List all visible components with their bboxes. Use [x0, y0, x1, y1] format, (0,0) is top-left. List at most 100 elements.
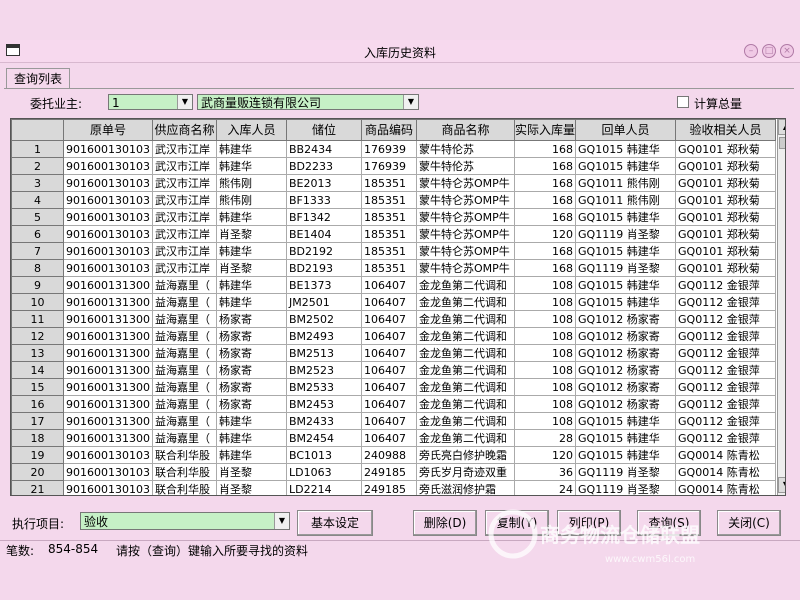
table-cell: 168: [513, 191, 577, 209]
table-cell: 901600130103: [63, 225, 153, 243]
basic-settings-button[interactable]: 基本设定: [297, 510, 373, 536]
table-row[interactable]: 5 901600130103 武汉市江岸 韩建华 BF1342 185351 蒙牛特仑苏OM…: [11, 208, 777, 226]
table-row[interactable]: 2 901600130103 武汉市江岸 韩建华 BD2233 176939 蒙牛特伦苏 16…: [11, 157, 777, 175]
table-cell: 106407: [361, 293, 417, 311]
table-row[interactable]: 7 901600130103 武汉市江岸 韩建华 BD2192 185351 蒙牛特仑苏OM…: [11, 242, 777, 260]
row-number[interactable]: 5: [11, 208, 64, 226]
row-number[interactable]: 6: [11, 225, 64, 243]
column-header[interactable]: 验收相关人员: [675, 119, 777, 141]
table-row[interactable]: 14 901600131300 益海嘉里（ 杨家寄 BM2523 106407 金龙鱼第二代…: [11, 361, 777, 379]
table-row[interactable]: 9 901600131300 益海嘉里（ 韩建华 BE1373 106407 金龙鱼第二代调…: [11, 276, 777, 294]
row-number[interactable]: 19: [11, 446, 64, 464]
table-cell: 金龙鱼第二代调和: [416, 395, 515, 413]
window-title: 入库历史资料: [363, 46, 436, 60]
row-number[interactable]: 4: [11, 191, 64, 209]
scroll-down-icon[interactable]: ▼: [778, 477, 785, 493]
consignor-name-select[interactable]: 武商量贩连锁有限公司 ▼: [197, 94, 419, 110]
table-row[interactable]: 8 901600130103 武汉市江岸 肖圣黎 BD2193 185351 蒙牛特仑苏OM…: [11, 259, 777, 277]
vertical-scrollbar[interactable]: ▲ ▼: [777, 119, 785, 495]
table-cell: BF1333: [286, 191, 362, 209]
row-number[interactable]: 13: [11, 344, 64, 362]
consignor-id-value: 1: [112, 96, 120, 110]
table-row[interactable]: 3 901600130103 武汉市江岸 熊伟刚 BE2013 185351 蒙牛特仑苏OM…: [11, 174, 777, 192]
table-row[interactable]: 11 901600131300 益海嘉里（ 杨家寄 BM2502 106407 金龙鱼第二代…: [11, 310, 777, 328]
table-cell: GQ0014 陈青松: [675, 446, 777, 464]
column-header[interactable]: 回单人员: [575, 119, 677, 141]
column-header[interactable]: 原单号: [63, 119, 153, 141]
row-number[interactable]: 14: [11, 361, 64, 379]
row-number[interactable]: 12: [11, 327, 64, 345]
column-header[interactable]: 入库人员: [216, 119, 287, 141]
table-row[interactable]: 19 901600130103 联合利华股 韩建华 BC1013 240988 旁氏亮白修护…: [11, 446, 777, 464]
table-cell: GQ0112 金银萍: [675, 412, 777, 430]
total-checkbox[interactable]: [677, 96, 689, 108]
maximize-icon[interactable]: □: [762, 44, 776, 58]
table-row[interactable]: 6 901600130103 武汉市江岸 肖圣黎 BE1404 185351 蒙牛特仑苏OM…: [11, 225, 777, 243]
table-cell: BM2493: [286, 327, 362, 345]
row-number[interactable]: 18: [11, 429, 64, 447]
table-cell: GQ1119 肖圣黎: [575, 225, 677, 243]
row-number[interactable]: 1: [11, 140, 64, 158]
consignor-id-select[interactable]: 1 ▼: [108, 94, 193, 110]
row-number[interactable]: 10: [11, 293, 64, 311]
row-number[interactable]: 21: [11, 480, 64, 495]
table-row[interactable]: 20 901600130103 联合利华股 肖圣黎 LD1063 249185 旁氏岁月奇迹…: [11, 463, 777, 481]
row-number[interactable]: 20: [11, 463, 64, 481]
minimize-icon[interactable]: –: [744, 44, 758, 58]
table-row[interactable]: 10 901600131300 益海嘉里（ 韩建华 JM2501 106407 金龙鱼第二代…: [11, 293, 777, 311]
table-row[interactable]: 18 901600131300 益海嘉里（ 韩建华 BM2454 106407 金龙鱼第二代…: [11, 429, 777, 447]
column-header[interactable]: 商品编码: [361, 119, 417, 141]
table-row[interactable]: 17 901600131300 益海嘉里（ 韩建华 BM2433 106407 金龙鱼第二代…: [11, 412, 777, 430]
row-number[interactable]: 3: [11, 174, 64, 192]
table-cell: 金龙鱼第二代调和: [416, 276, 515, 294]
table-cell: 185351: [361, 174, 417, 192]
row-number[interactable]: 11: [11, 310, 64, 328]
table-cell: 185351: [361, 259, 417, 277]
column-header[interactable]: 实际入库量: [513, 119, 577, 141]
table-cell: GQ0112 金银萍: [675, 378, 777, 396]
table-cell: 168: [513, 259, 577, 277]
close-icon[interactable]: ×: [780, 44, 794, 58]
tab-query-list[interactable]: 查询列表: [6, 68, 70, 89]
table-cell: BE1373: [286, 276, 362, 294]
row-number[interactable]: 15: [11, 378, 64, 396]
row-number[interactable]: 7: [11, 242, 64, 260]
delete-button[interactable]: 删除(D): [413, 510, 477, 536]
chevron-down-icon[interactable]: ▼: [274, 513, 289, 529]
row-number[interactable]: 2: [11, 157, 64, 175]
close-button[interactable]: 关闭(C): [717, 510, 781, 536]
row-number[interactable]: 8: [11, 259, 64, 277]
table-cell: BM2453: [286, 395, 362, 413]
row-number[interactable]: 9: [11, 276, 64, 294]
column-header[interactable]: 商品名称: [416, 119, 515, 141]
table-cell: 106407: [361, 361, 417, 379]
row-number[interactable]: 17: [11, 412, 64, 430]
table-cell: 蒙牛特伦苏: [416, 157, 515, 175]
table-cell: 901600131300: [63, 429, 153, 447]
scroll-up-icon[interactable]: ▲: [778, 119, 785, 135]
table-cell: BM2433: [286, 412, 362, 430]
table-cell: BM2523: [286, 361, 362, 379]
table-row[interactable]: 4 901600130103 武汉市江岸 熊伟刚 BF1333 185351 蒙牛特仑苏OM…: [11, 191, 777, 209]
table-row[interactable]: 16 901600131300 益海嘉里（ 杨家寄 BM2453 106407 金龙鱼第二代…: [11, 395, 777, 413]
copy-button[interactable]: 复制(Y): [485, 510, 549, 536]
scroll-thumb[interactable]: [779, 137, 785, 149]
print-button[interactable]: 列印(P): [557, 510, 621, 536]
chevron-down-icon[interactable]: ▼: [177, 95, 192, 109]
chevron-down-icon[interactable]: ▼: [403, 95, 418, 109]
table-cell: 108: [513, 395, 577, 413]
table-row[interactable]: 13 901600131300 益海嘉里（ 杨家寄 BM2513 106407 金龙鱼第二代…: [11, 344, 777, 362]
main-window: 入库历史资料 – □ × 查询列表 委托业主: 1 ▼ 武商量贩连锁有限公司 ▼…: [0, 0, 800, 600]
history-grid[interactable]: 原单号 供应商名称 入库人员 储位 商品编码 商品名称 实际入库量 回单人员 验…: [10, 118, 786, 496]
table-row[interactable]: 21 901600130103 联合利华股 肖圣黎 LD2214 249185 旁氏滋润修护…: [11, 480, 777, 495]
column-header[interactable]: 供应商名称: [152, 119, 217, 141]
table-cell: GQ0112 金银萍: [675, 327, 777, 345]
row-number[interactable]: 16: [11, 395, 64, 413]
column-header[interactable]: 储位: [286, 119, 362, 141]
table-row[interactable]: 15 901600131300 益海嘉里（ 杨家寄 BM2533 106407 金龙鱼第二代…: [11, 378, 777, 396]
table-row[interactable]: 12 901600131300 益海嘉里（ 杨家寄 BM2493 106407 金龙鱼第二代…: [11, 327, 777, 345]
execute-select[interactable]: 验收 ▼: [80, 512, 290, 530]
table-cell: 108: [513, 344, 577, 362]
query-button[interactable]: 查询(S): [637, 510, 701, 536]
table-row[interactable]: 1 901600130103 武汉市江岸 韩建华 BB2434 176939 蒙牛特伦苏 16…: [11, 140, 777, 158]
